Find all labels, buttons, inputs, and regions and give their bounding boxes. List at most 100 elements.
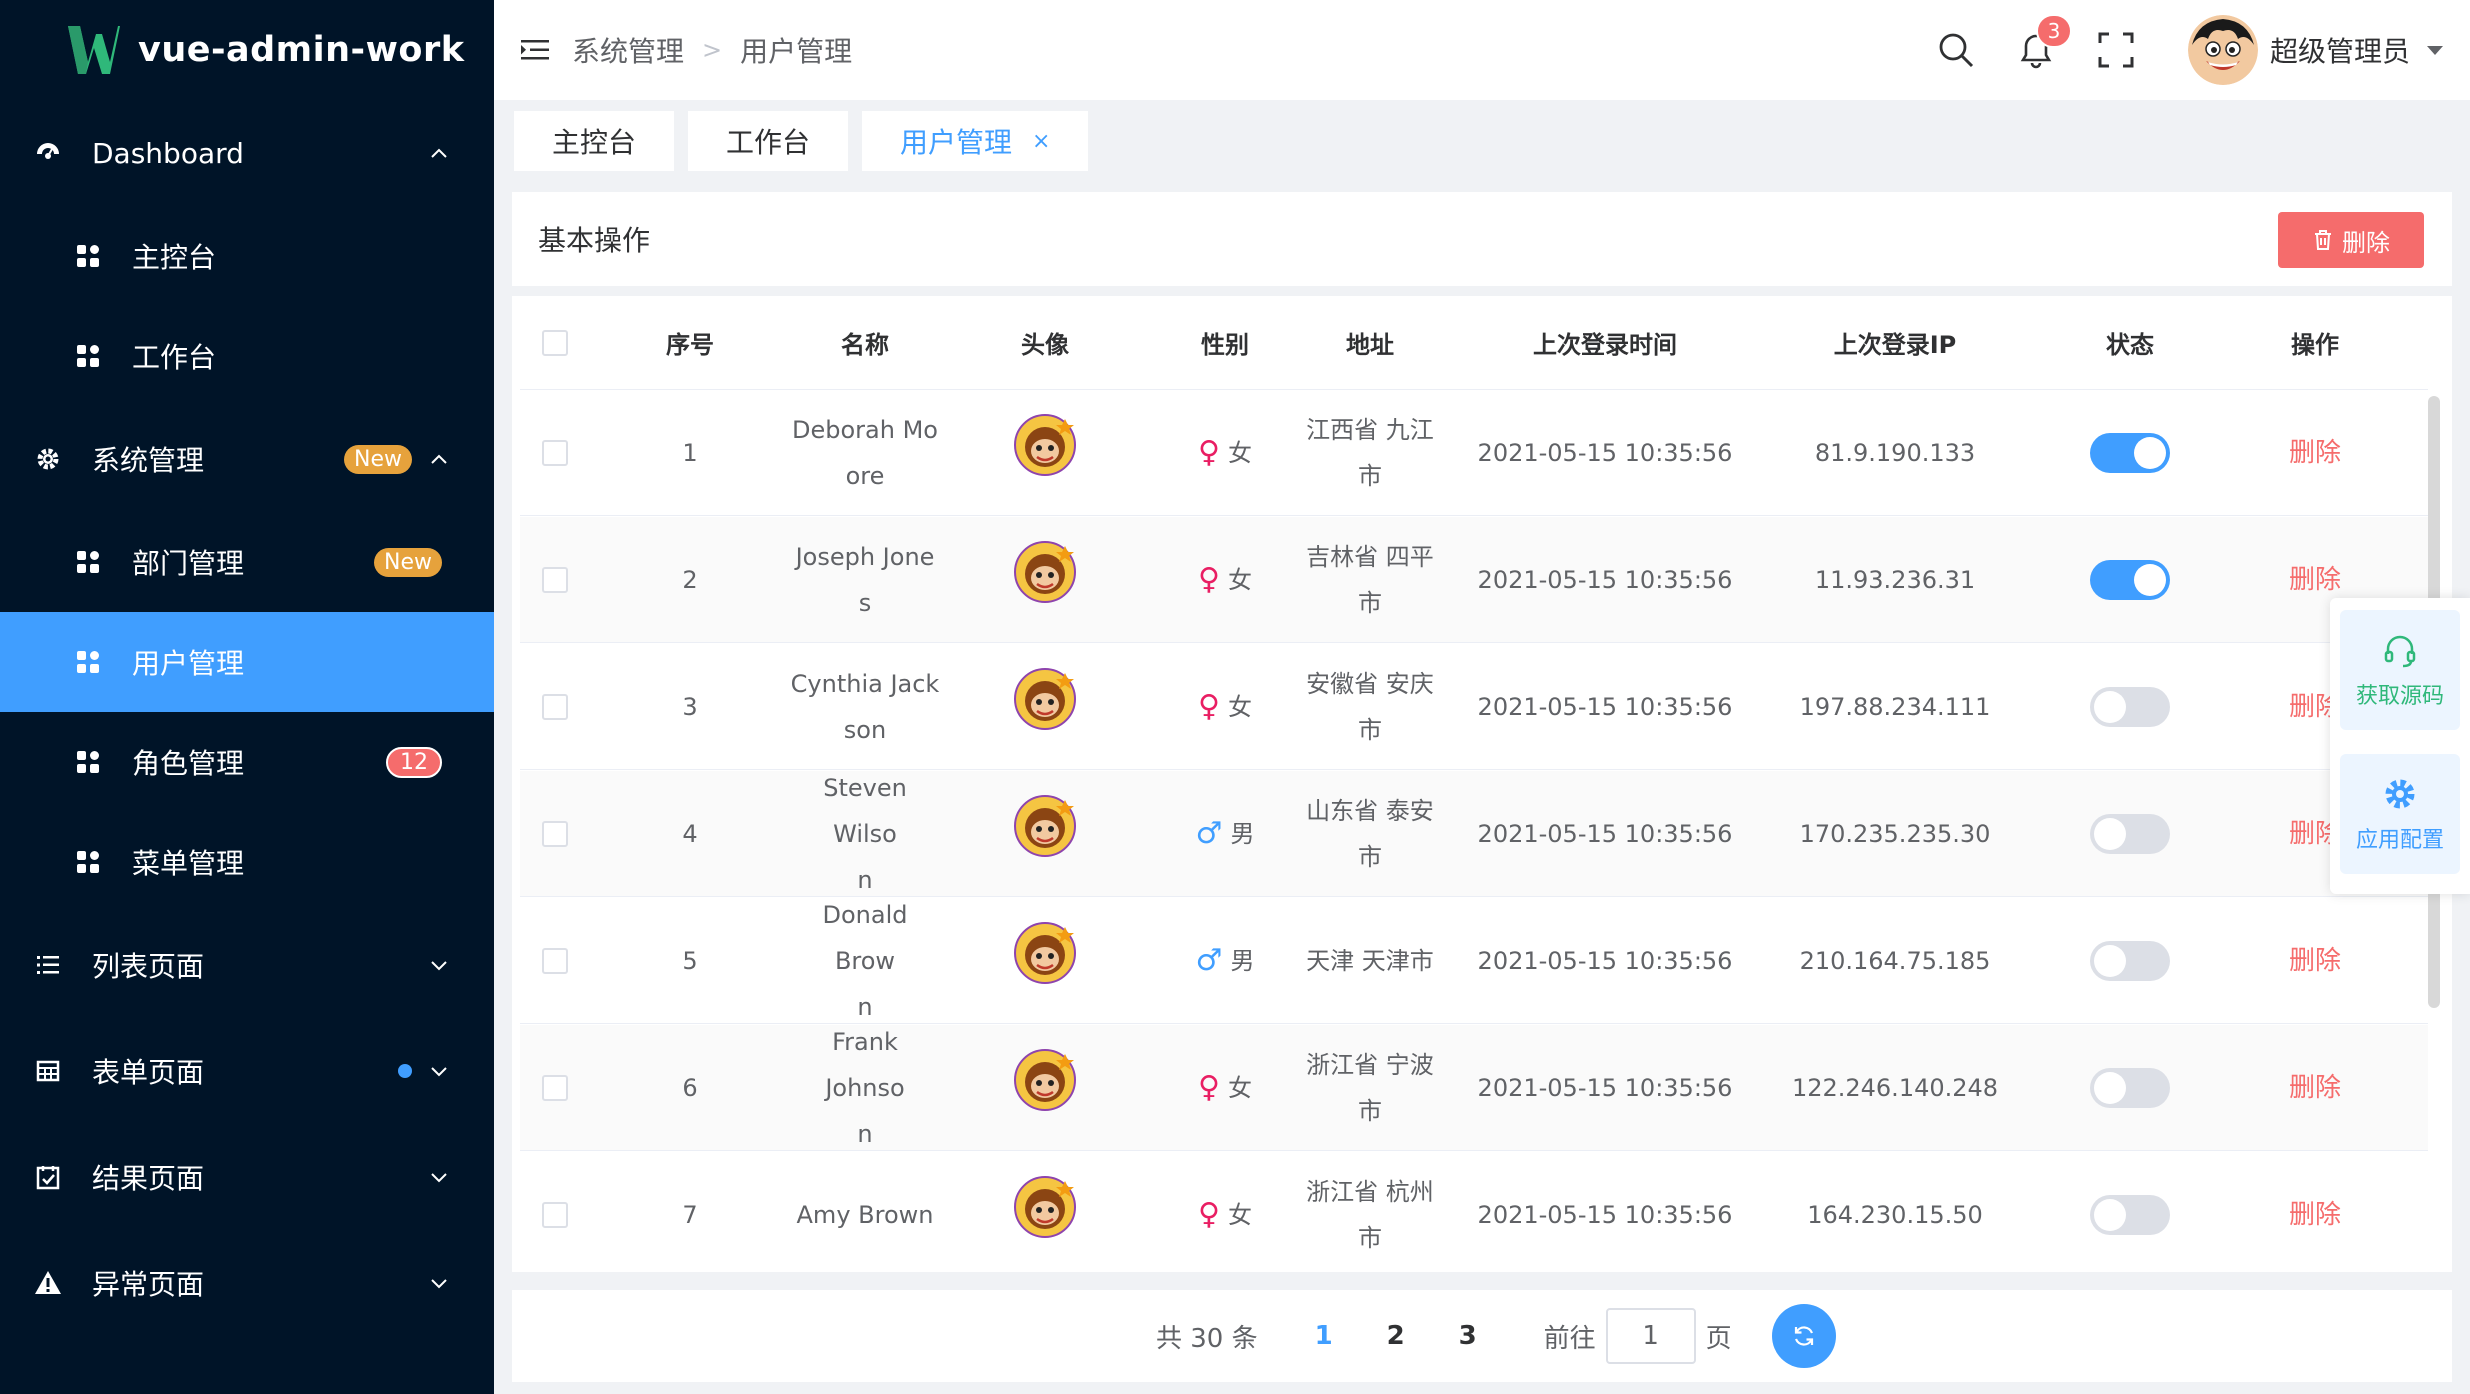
address-line: 市 <box>1357 1096 1382 1125</box>
notification-button[interactable]: 3 <box>2016 14 2072 70</box>
gender-text: 男 <box>1230 819 1255 848</box>
gender-cell: ♀ 女 <box>1150 644 1300 769</box>
user-name: Steven Wilso n <box>790 771 940 896</box>
breadcrumb-item[interactable]: 系统管理 <box>572 30 684 70</box>
row-checkbox[interactable] <box>542 566 568 593</box>
sidebar-item-form-pages[interactable]: 表单页面 <box>0 1018 494 1124</box>
caret-down-icon[interactable] <box>2424 39 2446 61</box>
tab-workbench[interactable]: 工作台 <box>688 111 849 171</box>
last-login-time: 2021-05-15 10:35:56 <box>1477 565 1733 594</box>
goto-page-input[interactable] <box>1605 1308 1696 1364</box>
avatar-cell <box>940 390 1150 515</box>
status-switch[interactable] <box>2090 432 2170 473</box>
tab-console[interactable]: 主控台 <box>514 111 675 171</box>
gender-icon: ♀ <box>1198 688 1220 724</box>
grid-icon <box>74 648 102 676</box>
table-icon <box>34 1057 62 1085</box>
trash-icon <box>2315 230 2331 250</box>
sidebar-item-roles[interactable]: 角色管理 12 <box>0 712 494 812</box>
logo[interactable]: vue-admin-work <box>0 0 494 100</box>
row-delete-button[interactable]: 删除 <box>2289 938 2341 984</box>
status-switch[interactable] <box>2090 940 2170 981</box>
row-delete-button[interactable]: 删除 <box>2289 1065 2341 1111</box>
row-checkbox[interactable] <box>542 1201 568 1228</box>
sidebar-item-label: 结果页面 <box>92 1162 205 1195</box>
user-name-line: Frank Johnso <box>825 1027 905 1102</box>
page-3-button[interactable]: 3 <box>1432 1321 1504 1351</box>
table-row[interactable]: 5 Donald Brow n ♂ 男天津 天津市 2021-05-15 10:35:56… <box>520 898 2428 1024</box>
status-switch[interactable] <box>2090 1194 2170 1235</box>
user-name: Amy Brown <box>790 1152 940 1272</box>
sidebar-item-result-pages[interactable]: 结果页面 <box>0 1124 494 1230</box>
row-checkbox[interactable] <box>542 439 568 466</box>
status-switch[interactable] <box>2090 559 2170 600</box>
menu-fold-icon[interactable] <box>518 33 552 67</box>
checklist-icon <box>34 1163 62 1191</box>
row-index: 6 <box>682 1073 698 1102</box>
table-row[interactable]: 7 Amy Brown ♀ 女浙江省 杭州市 2021-05-15 10:35:56 16… <box>520 1152 2428 1272</box>
table-row[interactable]: 1 Deborah Mo ore ♀ 女江西省 九江市 2021-05-15 10:35:… <box>520 390 2428 516</box>
table-row[interactable]: 3 Cynthia Jack son ♀ 女安徽省 安庆市 2021-05-15 10:3… <box>520 644 2428 770</box>
user-avatar[interactable] <box>2187 15 2258 85</box>
monkey-avatar-icon <box>1013 1175 1077 1254</box>
table-row[interactable]: 6 Frank Johnso n ♀ 女浙江省 宁波市 2021-05-15 10:35:… <box>520 1025 2428 1151</box>
row-checkbox[interactable] <box>542 947 568 974</box>
chevron-down-icon <box>431 1067 447 1077</box>
row-delete-button[interactable]: 删除 <box>2289 430 2341 476</box>
table-row[interactable]: 4 Steven Wilso n ♂ 男山东省 泰安市 2021-05-15 10:35:… <box>520 771 2428 897</box>
sidebar-item-label: 主控台 <box>132 241 217 274</box>
notification-badge: 3 <box>2035 14 2072 48</box>
tab-label: 工作台 <box>726 126 811 159</box>
last-login-ip: 164.230.15.50 <box>1807 1200 1983 1229</box>
sidebar-item-error-pages[interactable]: 异常页面 <box>0 1230 494 1336</box>
sidebar-item-users[interactable]: 用户管理 <box>0 612 494 712</box>
row-delete-button[interactable]: 删除 <box>2289 557 2341 603</box>
gender-cell: ♀ 女 <box>1150 390 1300 515</box>
sidebar-item-menus[interactable]: 菜单管理 <box>0 812 494 912</box>
sidebar-item-system[interactable]: 系统管理 New <box>0 406 494 512</box>
column-header: 序号 <box>666 331 714 359</box>
row-checkbox-cell <box>520 390 590 515</box>
breadcrumb-item-current: 用户管理 <box>740 35 853 68</box>
row-checkbox[interactable] <box>542 693 568 720</box>
page-1-button[interactable]: 1 <box>1288 1321 1360 1351</box>
status-switch[interactable] <box>2090 813 2170 854</box>
refresh-button[interactable] <box>1771 1304 1836 1368</box>
app-config-button[interactable]: 应用配置 <box>2340 754 2460 874</box>
status-dot <box>398 1064 412 1078</box>
sidebar-item-console[interactable]: 主控台 <box>0 206 494 306</box>
grid-icon <box>74 848 102 876</box>
gender-icon: ♀ <box>1198 561 1220 597</box>
avatar-cell <box>940 517 1150 642</box>
status-switch[interactable] <box>2090 686 2170 727</box>
sidebar-item-workbench[interactable]: 工作台 <box>0 306 494 406</box>
gender-text: 女 <box>1227 438 1252 467</box>
select-all-checkbox[interactable] <box>542 329 568 356</box>
fullscreen-icon[interactable] <box>2096 30 2136 70</box>
avatar-cell <box>940 1152 1150 1272</box>
total-count: 共 30 条 <box>1156 1323 1258 1354</box>
page-2-button[interactable]: 2 <box>1360 1321 1432 1351</box>
user-name-line: n <box>857 1119 873 1148</box>
row-checkbox[interactable] <box>542 820 568 847</box>
row-delete-button[interactable]: 删除 <box>2289 1192 2341 1238</box>
address-line: 市 <box>1357 588 1382 617</box>
address-line: 江西省 九江 <box>1306 415 1434 444</box>
list-icon <box>34 951 62 979</box>
close-icon[interactable]: × <box>1032 129 1050 154</box>
tab-users[interactable]: 用户管理 × <box>862 111 1089 171</box>
status-cell <box>2020 644 2240 769</box>
sidebar-item-department[interactable]: 部门管理 New <box>0 512 494 612</box>
table-row[interactable]: 2 Joseph Jone s ♀ 女吉林省 四平市 2021-05-15 10:35:5… <box>520 517 2428 643</box>
sidebar-item-list-pages[interactable]: 列表页面 <box>0 912 494 1018</box>
get-source-button[interactable]: 获取源码 <box>2340 610 2460 730</box>
batch-delete-button[interactable]: 删除 <box>2278 212 2424 268</box>
status-switch[interactable] <box>2090 1067 2170 1108</box>
username[interactable]: 超级管理员 <box>2270 30 2410 70</box>
last-login-time: 2021-05-15 10:35:56 <box>1477 692 1733 721</box>
sidebar-item-dashboard[interactable]: Dashboard <box>0 100 494 206</box>
avatar-cell <box>940 1025 1150 1150</box>
row-checkbox-cell <box>520 1025 590 1150</box>
search-icon[interactable] <box>1936 30 1976 70</box>
row-checkbox[interactable] <box>542 1074 568 1101</box>
